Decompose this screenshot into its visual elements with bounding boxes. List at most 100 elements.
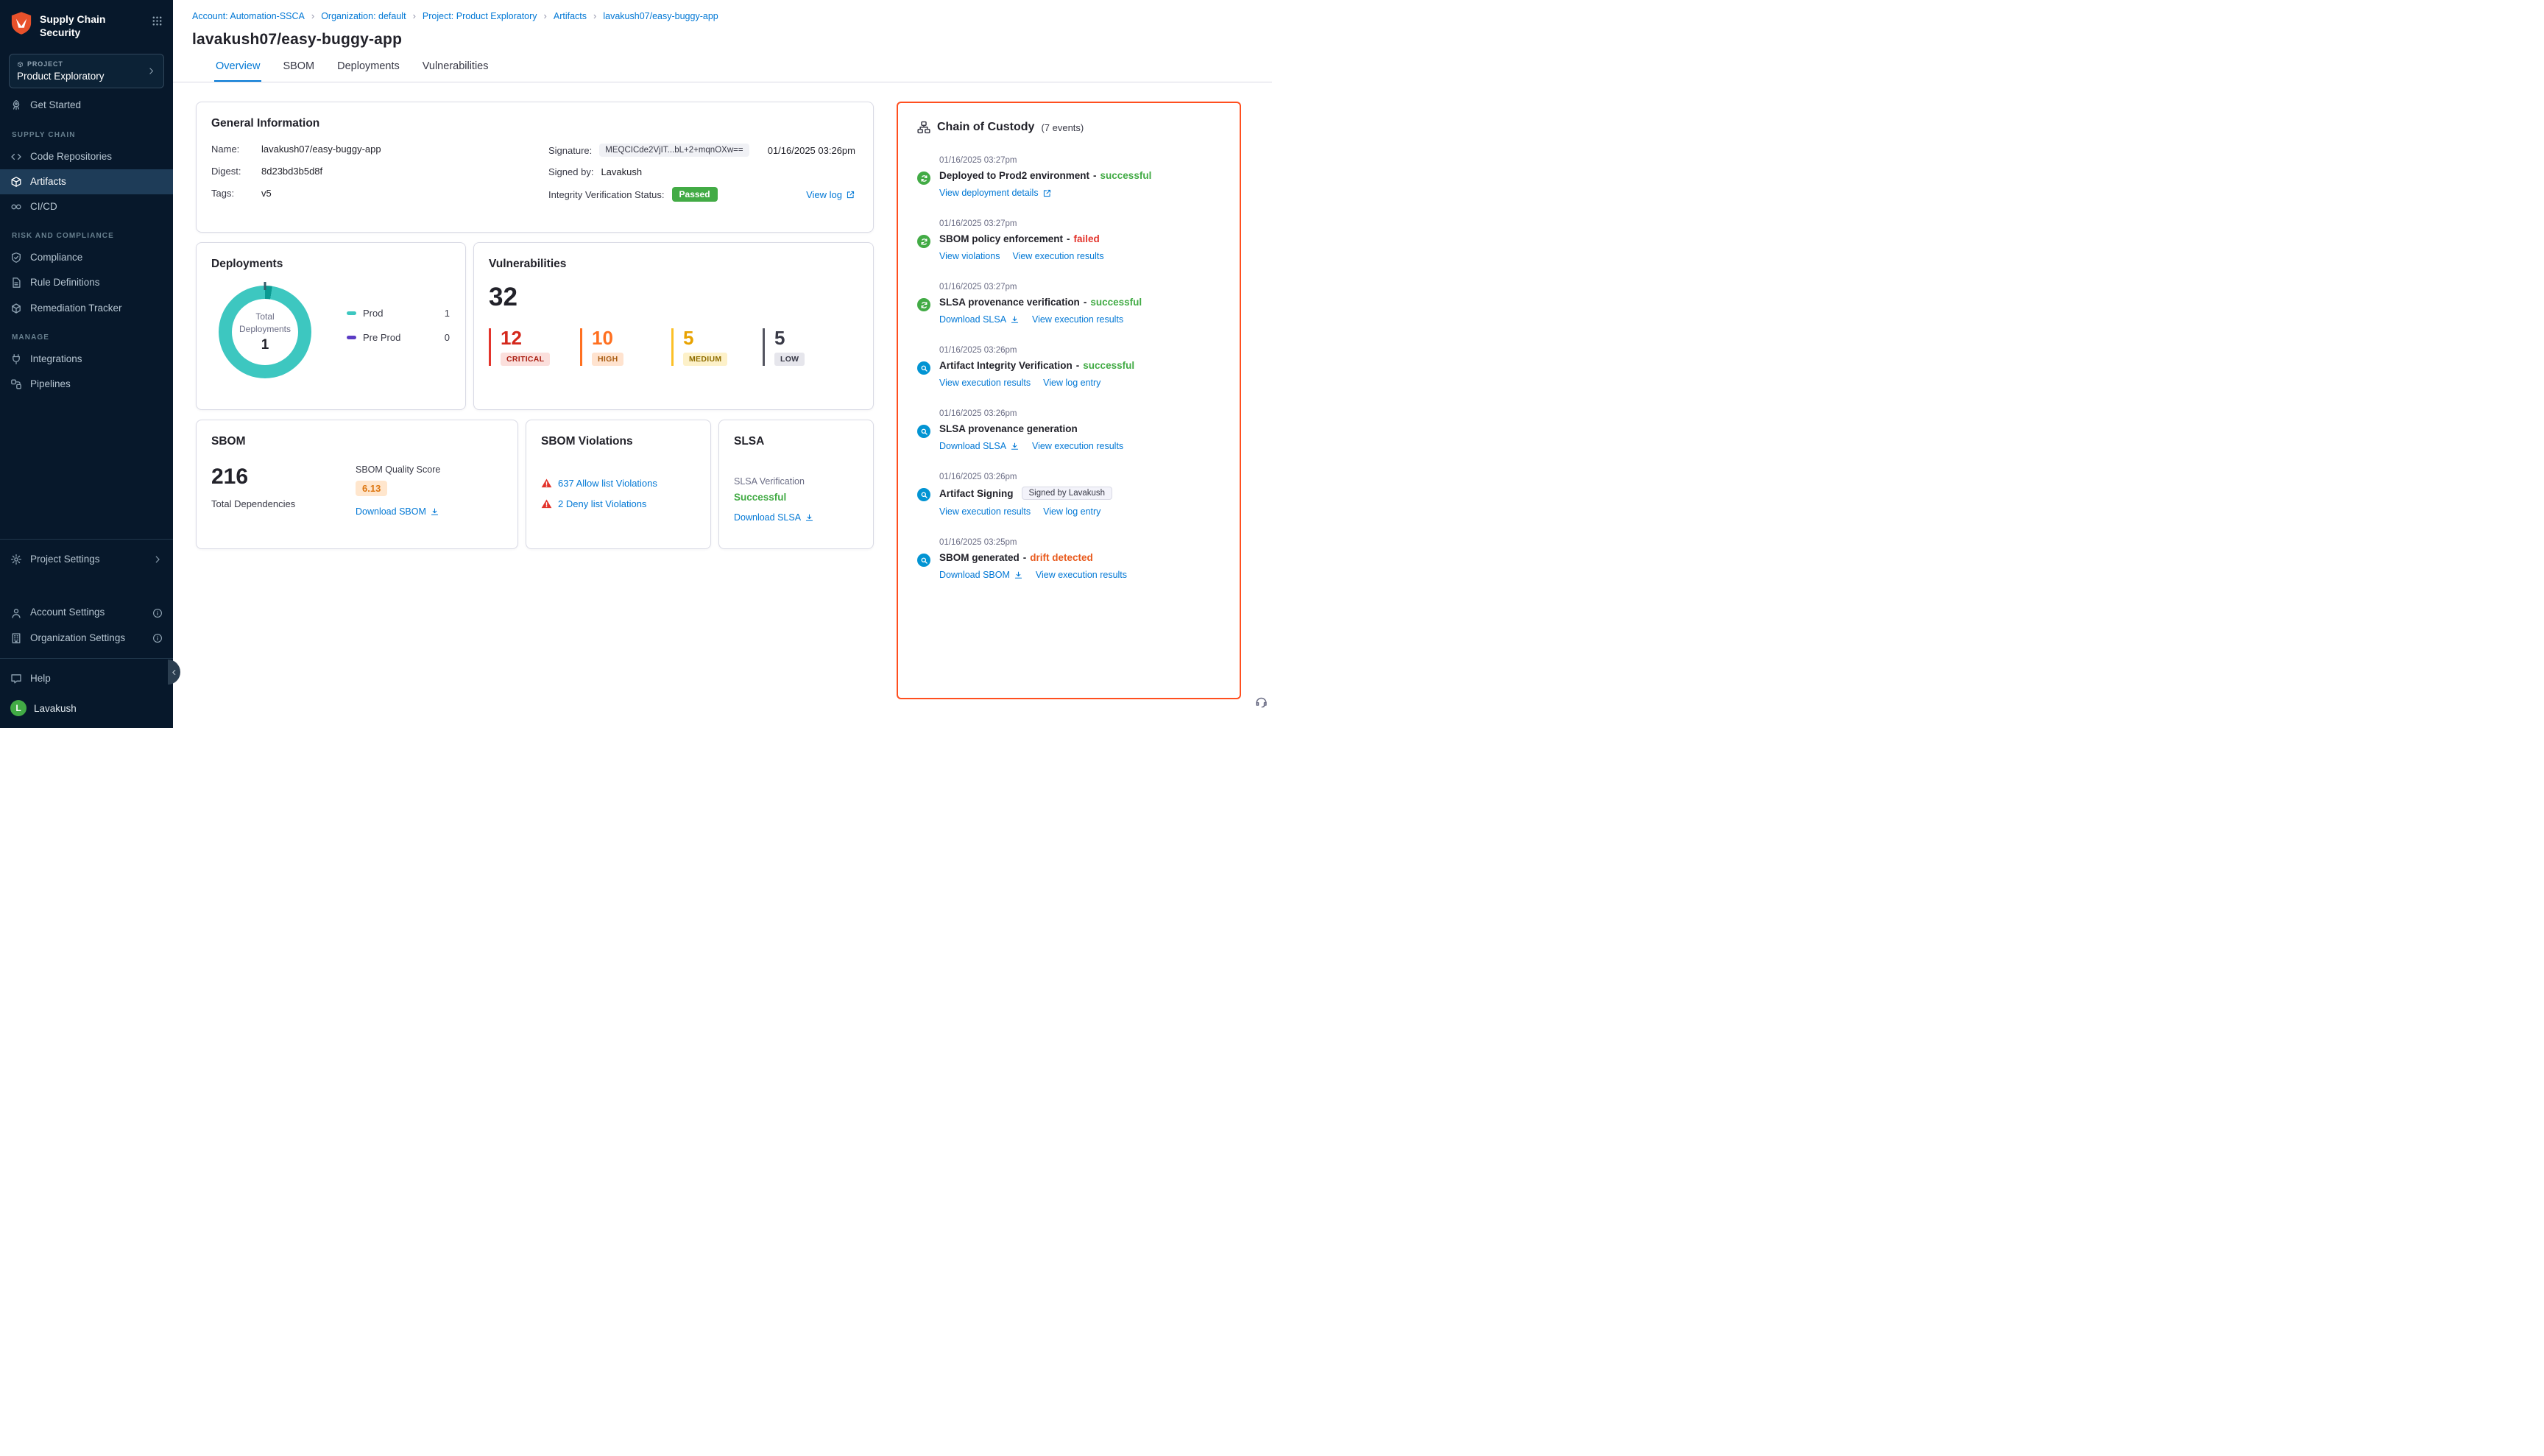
sidebar-item-label: Organization Settings — [30, 632, 125, 644]
sbom-total-label: Total Dependencies — [211, 498, 356, 509]
scan-step-icon — [917, 488, 930, 501]
event-timestamp: 01/16/2025 03:27pm — [939, 219, 1225, 228]
custody-event-artifact-signing: 01/16/2025 03:26pmArtifact SigningSigned… — [917, 473, 1225, 517]
sidebar-item-get-started[interactable]: Get Started — [0, 93, 173, 118]
sidebar-item-compliance[interactable]: Compliance — [0, 245, 173, 270]
integrity-status-badge: Passed — [672, 187, 718, 202]
view-violations-link[interactable]: View violations — [939, 251, 1000, 261]
integrity-row: Integrity Verification Status: Passed Vi… — [548, 187, 858, 202]
sidebar-item-integrations[interactable]: Integrations — [0, 347, 173, 372]
deployments-donut-chart: Total Deployments 1 — [219, 286, 311, 378]
custody-event-sbom-generated: 01/16/2025 03:25pmSBOM generated-drift d… — [917, 538, 1225, 580]
sbom-quality-score-badge: 6.13 — [356, 481, 387, 496]
download-sbom-link[interactable]: Download SBOM — [939, 570, 1023, 580]
user-menu[interactable]: L Lavakush — [0, 691, 173, 721]
2-deny-list-violations-link[interactable]: 2 Deny list Violations — [558, 498, 646, 509]
view-execution-results-link[interactable]: View execution results — [1012, 251, 1103, 261]
sidebar-item-ci-cd[interactable]: CI/CD — [0, 194, 173, 219]
event-status: drift detected — [1030, 552, 1093, 563]
sidebar-item-code-repositories[interactable]: Code Repositories — [0, 144, 173, 169]
donut-value: 1 — [234, 337, 296, 353]
signed-by-row: Signed by: Lavakush — [548, 166, 858, 177]
sidebar-item-account-settings[interactable]: Account Settings — [0, 600, 173, 625]
sidebar-item-artifacts[interactable]: Artifacts — [0, 169, 173, 194]
breadcrumb-separator: › — [311, 10, 314, 21]
view-execution-results-link[interactable]: View execution results — [1036, 570, 1127, 580]
breadcrumb-project-product-exploratory[interactable]: Project: Product Exploratory — [423, 11, 537, 21]
tab-deployments[interactable]: Deployments — [336, 60, 401, 82]
breadcrumb-account-automation-ssca[interactable]: Account: Automation-SSCA — [192, 11, 305, 21]
sidebar-item-help[interactable]: Help — [0, 666, 173, 691]
chat-widget-button[interactable] — [1254, 695, 1268, 709]
slsa-status: Successful — [734, 492, 858, 503]
module-grid-icon[interactable] — [152, 11, 163, 26]
tab-overview[interactable]: Overview — [214, 60, 261, 82]
page-header: Account: Automation-SSCA › Organization: d… — [173, 0, 1272, 82]
pipeline-icon — [10, 378, 22, 390]
signature-row: Signature: MEQCICde2VjIT...bL+2+mqnOXw==… — [548, 144, 858, 157]
download-slsa-link[interactable]: Download SLSA — [939, 441, 1020, 451]
slsa-verification-label: SLSA Verification — [734, 476, 858, 487]
chevron-right-icon — [152, 554, 163, 565]
nav-section-supply-chain: SUPPLY CHAIN — [0, 119, 173, 144]
card-title-sbom-violations: SBOM Violations — [541, 435, 696, 448]
breadcrumb-organization-default[interactable]: Organization: default — [321, 11, 406, 21]
download-sbom-link[interactable]: Download SBOM — [356, 506, 439, 517]
download-slsa-link[interactable]: Download SLSA — [734, 512, 814, 523]
deployments-legend: Prod1Pre Prod0 — [347, 308, 450, 378]
event-status: successful — [1083, 360, 1134, 371]
download-slsa-link[interactable]: Download SLSA — [939, 314, 1020, 325]
view-execution-results-link[interactable]: View execution results — [1032, 441, 1123, 451]
sidebar-item-pipelines[interactable]: Pipelines — [0, 372, 173, 397]
custody-event-slsa-provenance-verification: 01/16/2025 03:27pmSLSA provenance verifi… — [917, 283, 1225, 325]
view-log-link[interactable]: View log — [806, 189, 858, 200]
view-execution-results-link[interactable]: View execution results — [939, 506, 1031, 517]
view-log-entry-link[interactable]: View log entry — [1043, 378, 1100, 388]
nav-section-risk-and-compliance: RISK AND COMPLIANCE — [0, 219, 173, 245]
breadcrumb-artifacts[interactable]: Artifacts — [554, 11, 587, 21]
sidebar-item-label: CI/CD — [30, 201, 57, 213]
severity-high: 10HIGH — [580, 328, 671, 366]
637-allow-list-violations-link[interactable]: 637 Allow list Violations — [558, 478, 657, 489]
event-status: successful — [1090, 297, 1142, 308]
sidebar-item-organization-settings[interactable]: Organization Settings — [0, 626, 173, 651]
chain-of-custody-header: Chain of Custody (7 events) — [917, 121, 1225, 134]
violation-row: 637 Allow list Violations — [541, 478, 696, 489]
divider — [0, 658, 173, 659]
event-status: successful — [1100, 170, 1152, 181]
custody-event-deployed-to-prod2-environment: 01/16/2025 03:27pmDeployed to Prod2 envi… — [917, 156, 1225, 198]
pipeline-step-icon — [917, 298, 930, 311]
sidebar-item-project-settings[interactable]: Project Settings — [0, 547, 173, 572]
view-log-entry-link[interactable]: View log entry — [1043, 506, 1100, 517]
sidebar-item-label: Rule Definitions — [30, 277, 100, 289]
chevron-right-icon — [146, 66, 156, 76]
nav-section-manage: MANAGE — [0, 321, 173, 347]
building-icon — [10, 632, 22, 644]
sidebar-item-label: Project Settings — [30, 554, 100, 565]
project-icon — [17, 61, 24, 68]
divider — [0, 539, 173, 540]
severity-badge: HIGH — [592, 353, 623, 366]
gear-icon — [10, 554, 22, 565]
main-area: Account: Automation-SSCA › Organization: d… — [173, 0, 1272, 728]
tab-sbom[interactable]: SBOM — [281, 60, 316, 82]
breadcrumb-lavakush07-easy-buggy-app[interactable]: lavakush07/easy-buggy-app — [603, 11, 718, 21]
breadcrumb-separator: › — [413, 10, 416, 21]
signed-by-value: Lavakush — [601, 166, 642, 177]
file-icon — [10, 277, 22, 289]
sidebar-item-remediation-tracker[interactable]: Remediation Tracker — [0, 296, 173, 321]
user-name: Lavakush — [34, 703, 77, 714]
view-execution-results-link[interactable]: View execution results — [939, 378, 1031, 388]
sidebar-item-label: Account Settings — [30, 607, 105, 618]
project-selector[interactable]: PROJECT Product Exploratory — [9, 54, 164, 88]
pipeline-step-icon — [917, 172, 930, 185]
tab-vulnerabilities[interactable]: Vulnerabilities — [421, 60, 490, 82]
view-deployment-details-link[interactable]: View deployment details — [939, 188, 1052, 198]
sidebar-bottom: Project Settings Account Settings Organiza… — [0, 531, 173, 728]
view-execution-results-link[interactable]: View execution results — [1032, 314, 1123, 325]
help-label: Help — [30, 673, 51, 685]
severity-critical: 12CRITICAL — [489, 328, 580, 366]
event-timestamp: 01/16/2025 03:27pm — [939, 156, 1225, 165]
sidebar-item-rule-definitions[interactable]: Rule Definitions — [0, 270, 173, 295]
legend-pre-prod: Pre Prod0 — [347, 332, 450, 343]
